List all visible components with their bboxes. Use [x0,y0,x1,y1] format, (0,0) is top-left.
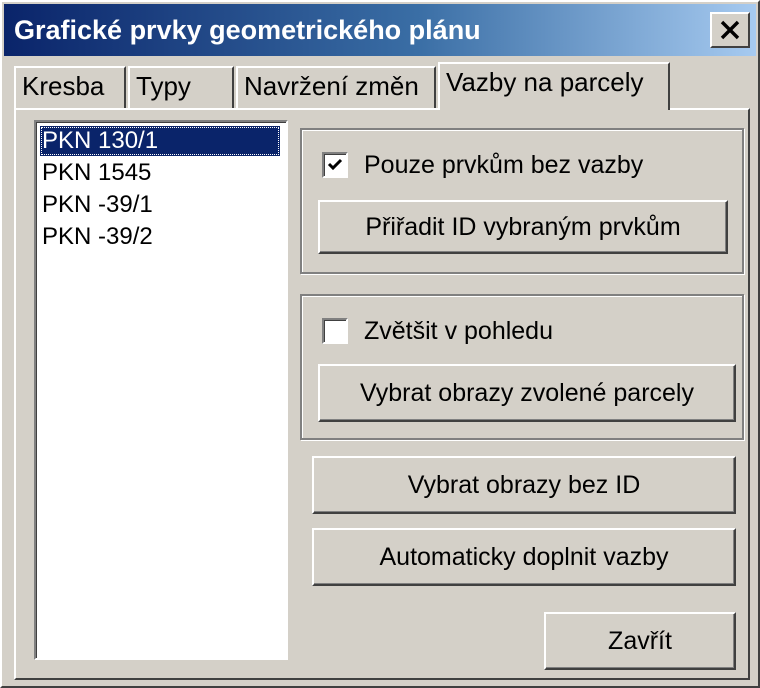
only-unlinked-label[interactable]: Pouze prvkům bez vazby [364,150,643,180]
tab-label: Navržení změn [244,71,419,101]
select-parcel-images-button[interactable]: Vybrat obrazy zvolené parcely [318,364,736,422]
close-button[interactable]: Zavřít [544,612,736,670]
assign-id-button[interactable]: Přiřadit ID vybraným prvkům [318,200,728,254]
close-window-button[interactable] [710,12,750,48]
zoom-in-view-label[interactable]: Zvětšit v pohledu [364,316,553,346]
tab-vazby-na-parcely[interactable]: Vazby na parcely [438,62,670,110]
tab-label: Typy [136,71,191,101]
tab-kresba[interactable]: Kresba [14,66,126,108]
dialog-window: Grafické prvky geometrického plánu Kresb… [0,0,760,688]
list-item[interactable]: PKN 1545 [40,158,280,188]
parcel-listbox[interactable]: PKN 130/1 PKN 1545 PKN -39/1 PKN -39/2 [34,120,288,660]
tab-typy[interactable]: Typy [128,66,234,108]
close-icon [720,20,740,40]
tab-label: Kresba [22,71,105,101]
zoom-in-view-checkbox[interactable] [322,318,348,344]
checkmark-icon [327,158,343,171]
title-bar[interactable]: Grafické prvky geometrického plánu [4,4,756,56]
tab-navrzeni-zmen[interactable]: Navržení změn [236,66,436,108]
list-item[interactable]: PKN -39/1 [40,190,280,220]
tab-label: Vazby na parcely [446,67,644,97]
select-images-without-id-button[interactable]: Vybrat obrazy bez ID [312,456,736,514]
list-item[interactable]: PKN -39/2 [40,222,280,252]
list-item[interactable]: PKN 130/1 [40,126,280,156]
auto-fill-links-button[interactable]: Automaticky doplnit vazby [312,528,736,586]
only-unlinked-checkbox[interactable] [322,152,348,178]
window-title: Grafické prvky geometrického plánu [14,15,481,45]
